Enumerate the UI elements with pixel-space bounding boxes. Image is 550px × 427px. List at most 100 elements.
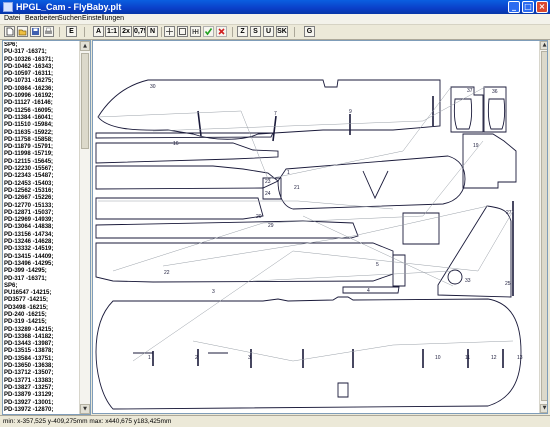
hpgl-command-line[interactable]: PD-10326 -16371; [4,57,80,64]
hpgl-command-line[interactable]: PD-12115 -15645; [4,159,80,166]
hpgl-command-line[interactable]: PD-240 -16215; [4,312,80,319]
hpgl-command-line[interactable]: PD-11635 -15922; [4,130,80,137]
hpgl-command-line[interactable]: PD-319 -14215; [4,319,80,326]
hpgl-command-line[interactable]: PD-13584 -13751; [4,356,80,363]
hpgl-command-list[interactable]: SP6; PU-317 -16371; PD-10326 -16371; PD-104… [2,40,91,415]
drawing-canvas[interactable]: 30 7 9 37 36 19 23 24 21 1 16 20 29 22 5… [92,40,548,414]
hpgl-command-line[interactable]: PD-10996 -16192; [4,93,80,100]
hpgl-command-line[interactable]: PD-13827 -13257; [4,385,80,392]
hpgl-command-line[interactable]: PD-13879 -13129; [4,392,80,399]
hpgl-command-line[interactable]: PD-12969 -14939; [4,217,80,224]
open-folder-icon[interactable] [17,26,28,37]
part-outline [95,296,522,410]
s-button[interactable]: S [250,26,261,37]
hpgl-command-line[interactable]: PD-13496 -14295; [4,261,80,268]
menu-bearbeiten[interactable]: Bearbeiten [25,14,59,24]
minimize-button[interactable]: _ [508,1,520,13]
hatch-icon[interactable] [190,26,201,37]
hpgl-command-line[interactable]: PD-12562 -15316; [4,188,80,195]
hpgl-command-line[interactable]: PD-12871 -15037; [4,210,80,217]
hpgl-command-line[interactable]: PD-13927 -13001; [4,400,80,407]
hpgl-command-line[interactable]: PD-10597 -16311; [4,71,80,78]
hpgl-command-line[interactable]: PD-11758 -15858; [4,137,80,144]
scroll-up-arrow-icon[interactable]: ▲ [80,41,90,51]
box-icon[interactable] [177,26,188,37]
hpgl-command-line[interactable]: PD-13515 -13878; [4,348,80,355]
u-button[interactable]: U [263,26,274,37]
view-1-1-button[interactable]: 1:1 [105,26,119,37]
menu-suchen[interactable]: Suchen [58,14,82,24]
hpgl-command-line[interactable]: PD3498 -16215; [4,305,80,312]
hpgl-command-line[interactable]: PD-13289 -14215; [4,327,80,334]
hpgl-command-line[interactable]: PD-12667 -15226; [4,195,80,202]
hpgl-command-line[interactable]: PD-13332 -14519; [4,246,80,253]
hpgl-command-line[interactable]: PD-10731 -16275; [4,78,80,85]
command-list-scrollbar[interactable]: ▲ ▼ [79,41,90,414]
move-path [302,215,454,287]
part-label: 12 [491,355,497,361]
part-label: 9 [349,109,352,115]
hpgl-command-line[interactable]: PD3577 -14215; [4,297,80,304]
hpgl-command-line[interactable]: SP6; [4,283,80,290]
hpgl-command-line[interactable]: PD-11998 -15719; [4,151,80,158]
hpgl-command-line[interactable]: PD-11127 -16146; [4,100,80,107]
part-label: 21 [294,185,300,191]
spar-marker [197,96,434,142]
hpgl-command-line[interactable]: PD-12770 -15133; [4,203,80,210]
hpgl-command-line[interactable]: PD-10864 -16236; [4,86,80,93]
hpgl-command-line[interactable]: PD-11510 -15984; [4,122,80,129]
new-file-icon[interactable] [4,26,15,37]
view-a-button[interactable]: A [93,26,104,37]
hpgl-command-line[interactable]: PD-13064 -14838; [4,224,80,231]
status-extents: min: x-357,525 y-409,275mm max: x440,675… [3,418,172,425]
path-icon[interactable] [164,26,175,37]
hpgl-command-line[interactable]: PU-317 -16371; [4,49,80,56]
view-075-button[interactable]: 0,75 [133,26,146,37]
part-outline [95,142,279,164]
hpgl-command-line[interactable]: PD-13771 -13383; [4,378,80,385]
part-label: 2 [195,355,198,361]
e-button[interactable]: E [66,26,77,37]
hpgl-command-line[interactable]: PD-13246 -14628; [4,239,80,246]
hpgl-command-line[interactable]: PD-13650 -13638; [4,363,80,370]
g-button[interactable]: G [304,26,315,37]
hpgl-command-line[interactable]: PD-13443 -13987; [4,341,80,348]
cross-icon[interactable] [216,26,227,37]
scroll-down-arrow-icon[interactable]: ▼ [540,404,547,413]
scroll-thumb[interactable] [541,51,547,401]
z-button[interactable]: Z [237,26,248,37]
view-n-button[interactable]: N [147,26,158,37]
hpgl-command-line[interactable]: PD-399 -14295; [4,268,80,275]
canvas-scrollbar[interactable]: ▲ ▼ [539,41,547,413]
hpgl-command-line[interactable]: PD-13972 -12870; [4,407,80,414]
check-icon[interactable] [203,26,214,37]
scroll-down-arrow-icon[interactable]: ▼ [80,404,90,414]
scroll-thumb[interactable] [81,53,89,149]
scroll-up-arrow-icon[interactable]: ▲ [540,41,547,50]
menu-einstellungen[interactable]: Einstellungen [82,14,124,24]
toolbar-separator [84,27,85,37]
sk-button[interactable]: SK [276,26,288,37]
hpgl-command-line[interactable]: PD-13156 -14734; [4,232,80,239]
hpgl-command-line[interactable]: PD-12230 -15567; [4,166,80,173]
part-label: 1 [287,170,290,176]
hpgl-command-line[interactable]: PD-13712 -13507; [4,370,80,377]
hpgl-command-line[interactable]: PD-11256 -16095; [4,108,80,115]
maximize-button[interactable]: □ [522,1,534,13]
hpgl-command-line[interactable]: PD-11879 -15791; [4,144,80,151]
hpgl-command-line[interactable]: PU16547 -14215; [4,290,80,297]
hpgl-command-line[interactable]: PD-12343 -15487; [4,173,80,180]
hpgl-command-line[interactable]: PD-12453 -15403; [4,181,80,188]
save-icon[interactable] [30,26,41,37]
hpgl-command-line[interactable]: PD-10462 -16343; [4,64,80,71]
hpgl-command-line[interactable]: SP6; [4,42,80,49]
view-2x-button[interactable]: 2x [120,26,132,37]
hpgl-command-line[interactable]: PD-13368 -14182; [4,334,80,341]
hpgl-command-line[interactable]: PD-317 -16371; [4,276,80,283]
menu-datei[interactable]: Datei [4,14,20,24]
close-button[interactable]: × [536,1,548,13]
part-label: 23 [265,179,271,185]
print-icon[interactable] [43,26,54,37]
hpgl-command-line[interactable]: PD-11384 -16041; [4,115,80,122]
hpgl-command-line[interactable]: PD-13415 -14409; [4,254,80,261]
